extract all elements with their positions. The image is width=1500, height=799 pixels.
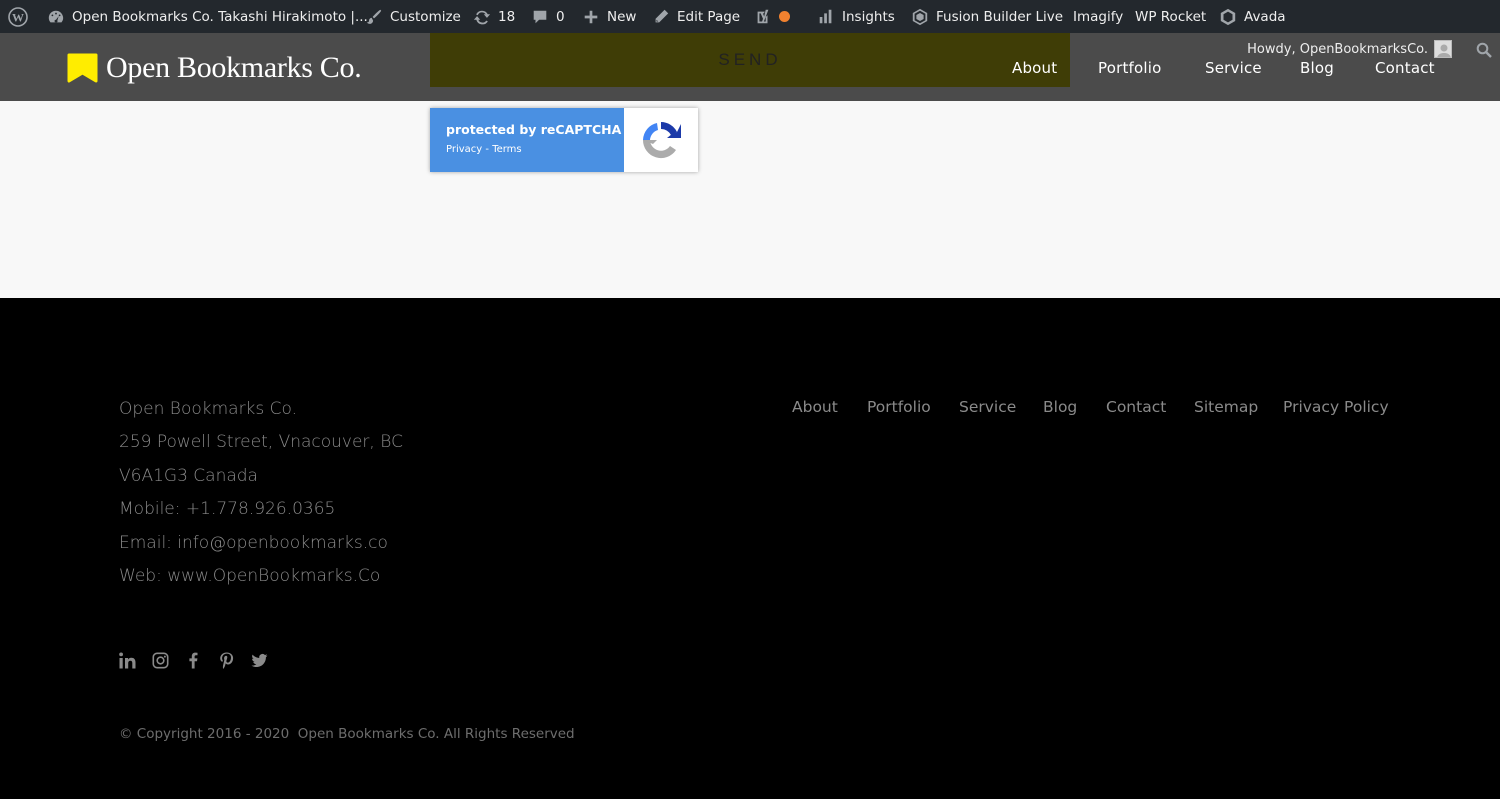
site-name-menu[interactable]: Open Bookmarks Co. Takashi Hirakimoto |.… [46, 0, 368, 33]
pencil-icon [651, 7, 671, 27]
site-header: Open Bookmarks Co. SEND Howdy, OpenBookm… [0, 33, 1500, 101]
footer-nav-contact[interactable]: Contact [1106, 398, 1166, 416]
twitter-icon[interactable] [251, 652, 268, 669]
social-links [119, 652, 284, 669]
recaptcha-info: protected by reCAPTCHA Privacy - Terms [430, 108, 624, 172]
imagify-label: Imagify [1073, 8, 1124, 25]
nav-service[interactable]: Service [1205, 59, 1262, 77]
nav-about[interactable]: About [1012, 59, 1057, 77]
edit-page-link[interactable]: Edit Page [651, 0, 740, 33]
new-content-link[interactable]: New [581, 0, 636, 33]
recaptcha-privacy-link[interactable]: Privacy [446, 144, 482, 155]
footer-nav-privacy-policy[interactable]: Privacy Policy [1283, 398, 1389, 416]
page-content: protected by reCAPTCHA Privacy - Terms [0, 101, 1500, 298]
seo-status-dot [779, 11, 790, 22]
nav-contact[interactable]: Contact [1375, 59, 1435, 77]
insights-label: Insights [842, 8, 895, 25]
site-footer: Open Bookmarks Co. 259 Powell Street, Vn… [0, 298, 1500, 799]
footer-address-line-1: 259 Powell Street, Vnacouver, BC [119, 432, 403, 453]
fusion-cube-icon [910, 7, 930, 27]
comments-link[interactable]: 0 [530, 0, 565, 33]
footer-web[interactable]: Web: www.OpenBookmarks.Co [119, 561, 403, 594]
wp-rocket-label: WP Rocket [1135, 8, 1207, 25]
new-label: New [607, 8, 637, 25]
fusion-builder-label: Fusion Builder Live [936, 8, 1064, 25]
yoast-seo-menu[interactable] [753, 0, 790, 33]
search-icon[interactable] [1476, 42, 1492, 58]
avada-icon [1218, 7, 1238, 27]
updates-icon [472, 7, 492, 27]
pinterest-icon[interactable] [218, 652, 235, 669]
footer-nav-portfolio[interactable]: Portfolio [867, 398, 931, 416]
yoast-icon [753, 7, 773, 27]
site-title: Open Bookmarks Co. Takashi Hirakimoto |.… [72, 8, 368, 25]
svg-text:W: W [12, 10, 24, 24]
comment-icon [530, 7, 550, 27]
footer-nav-about[interactable]: About [792, 398, 838, 416]
footer-nav-blog[interactable]: Blog [1043, 398, 1077, 416]
wordpress-logo-icon[interactable]: W [8, 0, 28, 33]
nav-blog[interactable]: Blog [1300, 59, 1334, 77]
insights-link[interactable]: Insights [816, 0, 895, 33]
recaptcha-badge[interactable]: protected by reCAPTCHA Privacy - Terms [430, 108, 698, 172]
plus-icon [581, 7, 601, 27]
avada-label: Avada [1244, 8, 1286, 25]
updates-count: 18 [498, 8, 516, 25]
footer-contact-info: Open Bookmarks Co. 259 Powell Street, Vn… [119, 394, 403, 594]
wp-rocket-link[interactable]: WP Rocket [1135, 0, 1206, 33]
my-account-menu[interactable]: Howdy, OpenBookmarksCo. [1247, 40, 1452, 58]
dashboard-icon [46, 7, 66, 27]
recaptcha-separator: - [482, 144, 493, 155]
main-nav: About Portfolio Service Blog Contact [0, 59, 1500, 79]
wp-admin-bar: W Open Bookmarks Co. Takashi Hirakimoto … [0, 0, 1500, 33]
recaptcha-terms-link[interactable]: Terms [492, 144, 521, 155]
customize-label: Customize [390, 8, 461, 25]
recaptcha-title: protected by reCAPTCHA [446, 122, 622, 137]
updates-link[interactable]: 18 [472, 0, 515, 33]
customize-link[interactable]: Customize [364, 0, 461, 33]
footer-company-name: Open Bookmarks Co. [119, 399, 298, 419]
copyright-text: © Copyright 2016 - 2020 Open Bookmarks C… [119, 726, 575, 742]
facebook-icon[interactable] [185, 652, 202, 669]
recaptcha-links: Privacy - Terms [446, 144, 624, 155]
bar-chart-icon [816, 7, 836, 27]
footer-address-line-2: V6A1G3 Canada [119, 465, 258, 486]
recaptcha-logo-icon [624, 108, 698, 172]
fusion-builder-link[interactable]: Fusion Builder Live [910, 0, 1063, 33]
edit-page-label: Edit Page [677, 8, 741, 25]
paintbrush-icon [364, 7, 384, 27]
linkedin-icon[interactable] [119, 652, 136, 669]
footer-nav-service[interactable]: Service [959, 398, 1016, 416]
footer-nav-sitemap[interactable]: Sitemap [1194, 398, 1258, 416]
avada-link[interactable]: Avada [1218, 0, 1286, 33]
imagify-link[interactable]: Imagify [1073, 0, 1123, 33]
instagram-icon[interactable] [152, 652, 169, 669]
footer-email[interactable]: Email: info@openbookmarks.co [119, 528, 403, 561]
footer-mobile: Mobile: +1.778.926.0365 [119, 499, 336, 520]
nav-portfolio[interactable]: Portfolio [1098, 59, 1162, 77]
comments-count: 0 [556, 8, 565, 25]
howdy-label: Howdy, OpenBookmarksCo. [1247, 41, 1428, 57]
avatar [1434, 40, 1452, 58]
